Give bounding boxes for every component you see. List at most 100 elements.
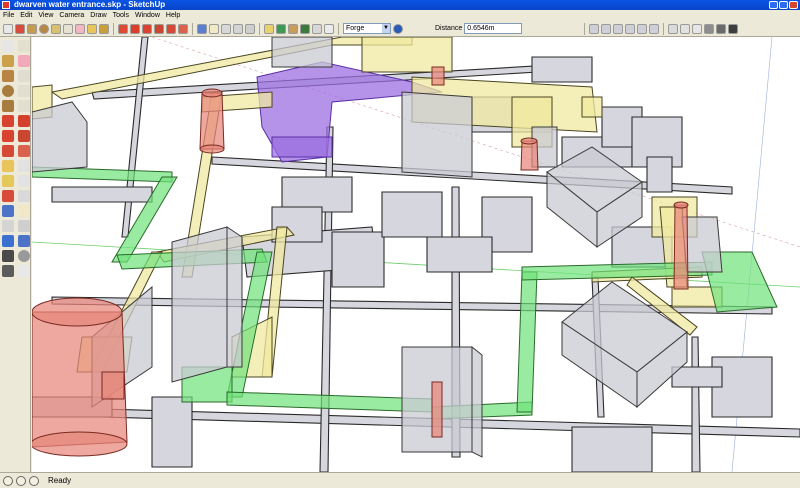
tape-measure-icon[interactable]: [2, 160, 14, 172]
move-icon[interactable]: [130, 23, 140, 34]
position-camera-icon[interactable]: [300, 23, 310, 34]
rectangle-tool-icon[interactable]: [27, 23, 37, 34]
monochrome-style-icon[interactable]: [728, 23, 739, 34]
rotate-icon[interactable]: [2, 130, 14, 142]
rectangle-icon[interactable]: [2, 70, 14, 82]
position-camera-icon[interactable]: [2, 250, 14, 262]
select-arrow-icon[interactable]: [2, 40, 14, 52]
zoom-icon[interactable]: [221, 23, 231, 34]
polygon-icon[interactable]: [2, 100, 14, 112]
pan-icon[interactable]: [209, 23, 219, 34]
offset-icon[interactable]: [18, 145, 30, 157]
line-tool-icon[interactable]: [15, 23, 25, 34]
close-button[interactable]: [789, 1, 798, 9]
left-view-icon[interactable]: [649, 23, 660, 34]
share-model-icon[interactable]: [276, 23, 286, 34]
look-around-icon[interactable]: [18, 250, 30, 262]
orbit-icon[interactable]: [197, 23, 207, 34]
status-text: Ready: [48, 476, 72, 485]
menu-file[interactable]: File: [3, 12, 14, 19]
zoom-window-icon[interactable]: [233, 23, 243, 34]
offset-icon[interactable]: [178, 23, 188, 34]
orbit-icon[interactable]: [2, 205, 14, 217]
zoom-icon[interactable]: [2, 220, 14, 232]
minimize-button[interactable]: [769, 1, 778, 9]
zoom-window-icon[interactable]: [18, 220, 30, 232]
tape-measure-icon[interactable]: [87, 23, 97, 34]
select-tool-icon[interactable]: [3, 23, 13, 34]
measurements-input[interactable]: 0.6546m: [464, 23, 523, 34]
top-view-icon[interactable]: [601, 23, 612, 34]
walk-icon[interactable]: [2, 265, 14, 277]
section-plane-icon[interactable]: [324, 23, 334, 34]
window-controls: [769, 1, 798, 9]
layer-select[interactable]: Forge ▼: [343, 23, 391, 34]
menu-camera[interactable]: Camera: [59, 12, 84, 19]
layer-manager-icon[interactable]: [393, 23, 403, 34]
front-view-icon[interactable]: [613, 23, 624, 34]
eraser-icon[interactable]: [18, 55, 30, 67]
zoom-extents-icon[interactable]: [245, 23, 255, 34]
arc-icon[interactable]: [18, 85, 30, 97]
menu-help[interactable]: Help: [166, 12, 180, 19]
dimension-icon[interactable]: [18, 160, 30, 172]
previous-view-icon[interactable]: [18, 235, 30, 247]
scale-icon[interactable]: [2, 145, 14, 157]
get-models-icon[interactable]: [264, 23, 274, 34]
circle-tool-icon[interactable]: [39, 23, 49, 34]
iso-view-icon[interactable]: [589, 23, 600, 34]
follow-me-icon[interactable]: [18, 130, 30, 142]
push-pull-icon[interactable]: [118, 23, 128, 34]
wireframe-style-icon[interactable]: [680, 23, 691, 34]
back-view-icon[interactable]: [637, 23, 648, 34]
xray-style-icon[interactable]: [668, 23, 679, 34]
text-icon[interactable]: [18, 175, 30, 187]
shaded-style-icon[interactable]: [704, 23, 715, 34]
chevron-down-icon: ▼: [382, 24, 390, 33]
paint-bucket-icon[interactable]: [99, 23, 109, 34]
eraser-icon[interactable]: [75, 23, 85, 34]
layer-select-value: Forge: [346, 25, 365, 32]
toolbar-separator: [259, 22, 260, 35]
follow-me-icon[interactable]: [154, 23, 164, 34]
scale-icon[interactable]: [166, 23, 176, 34]
measurements-label: Distance: [435, 25, 463, 32]
make-component-icon[interactable]: [63, 23, 73, 34]
component-icon[interactable]: [18, 40, 30, 52]
instructor-icon[interactable]: [16, 475, 26, 486]
right-view-icon[interactable]: [625, 23, 636, 34]
protractor-icon[interactable]: [2, 175, 14, 187]
rotate-icon[interactable]: [142, 23, 152, 34]
menu-tools[interactable]: Tools: [113, 12, 129, 19]
circle-icon[interactable]: [2, 85, 14, 97]
move-icon[interactable]: [2, 115, 14, 127]
toolbar-separator: [584, 22, 586, 35]
paint-icon[interactable]: [2, 55, 14, 67]
model-viewport[interactable]: [32, 37, 800, 472]
menu-draw[interactable]: Draw: [90, 12, 106, 19]
toolbar-separator: [113, 22, 114, 35]
axes-icon[interactable]: [2, 190, 14, 202]
title-bar: dwarven water entrance.skp - SketchUp: [0, 0, 800, 10]
3d-text-icon[interactable]: [18, 190, 30, 202]
line-icon[interactable]: [18, 70, 30, 82]
dungeon-model-scene[interactable]: [32, 37, 800, 472]
credits-icon[interactable]: [29, 475, 39, 486]
arc-tool-icon[interactable]: [51, 23, 61, 34]
section-plane-icon[interactable]: [18, 265, 30, 277]
maximize-button[interactable]: [779, 1, 788, 9]
textured-style-icon[interactable]: [716, 23, 727, 34]
menu-view[interactable]: View: [38, 12, 53, 19]
menu-window[interactable]: Window: [135, 12, 160, 19]
red-axis-line: [151, 37, 800, 248]
hidden-line-style-icon[interactable]: [692, 23, 703, 34]
walk-icon[interactable]: [288, 23, 298, 34]
look-around-icon[interactable]: [312, 23, 322, 34]
push-pull-icon[interactable]: [18, 115, 30, 127]
freehand-icon[interactable]: [18, 100, 30, 112]
geo-location-icon[interactable]: [3, 475, 13, 486]
zoom-extents-icon[interactable]: [2, 235, 14, 247]
menu-edit[interactable]: Edit: [20, 12, 32, 19]
window-title: dwarven water entrance.skp - SketchUp: [14, 0, 166, 9]
pan-icon[interactable]: [18, 205, 30, 217]
